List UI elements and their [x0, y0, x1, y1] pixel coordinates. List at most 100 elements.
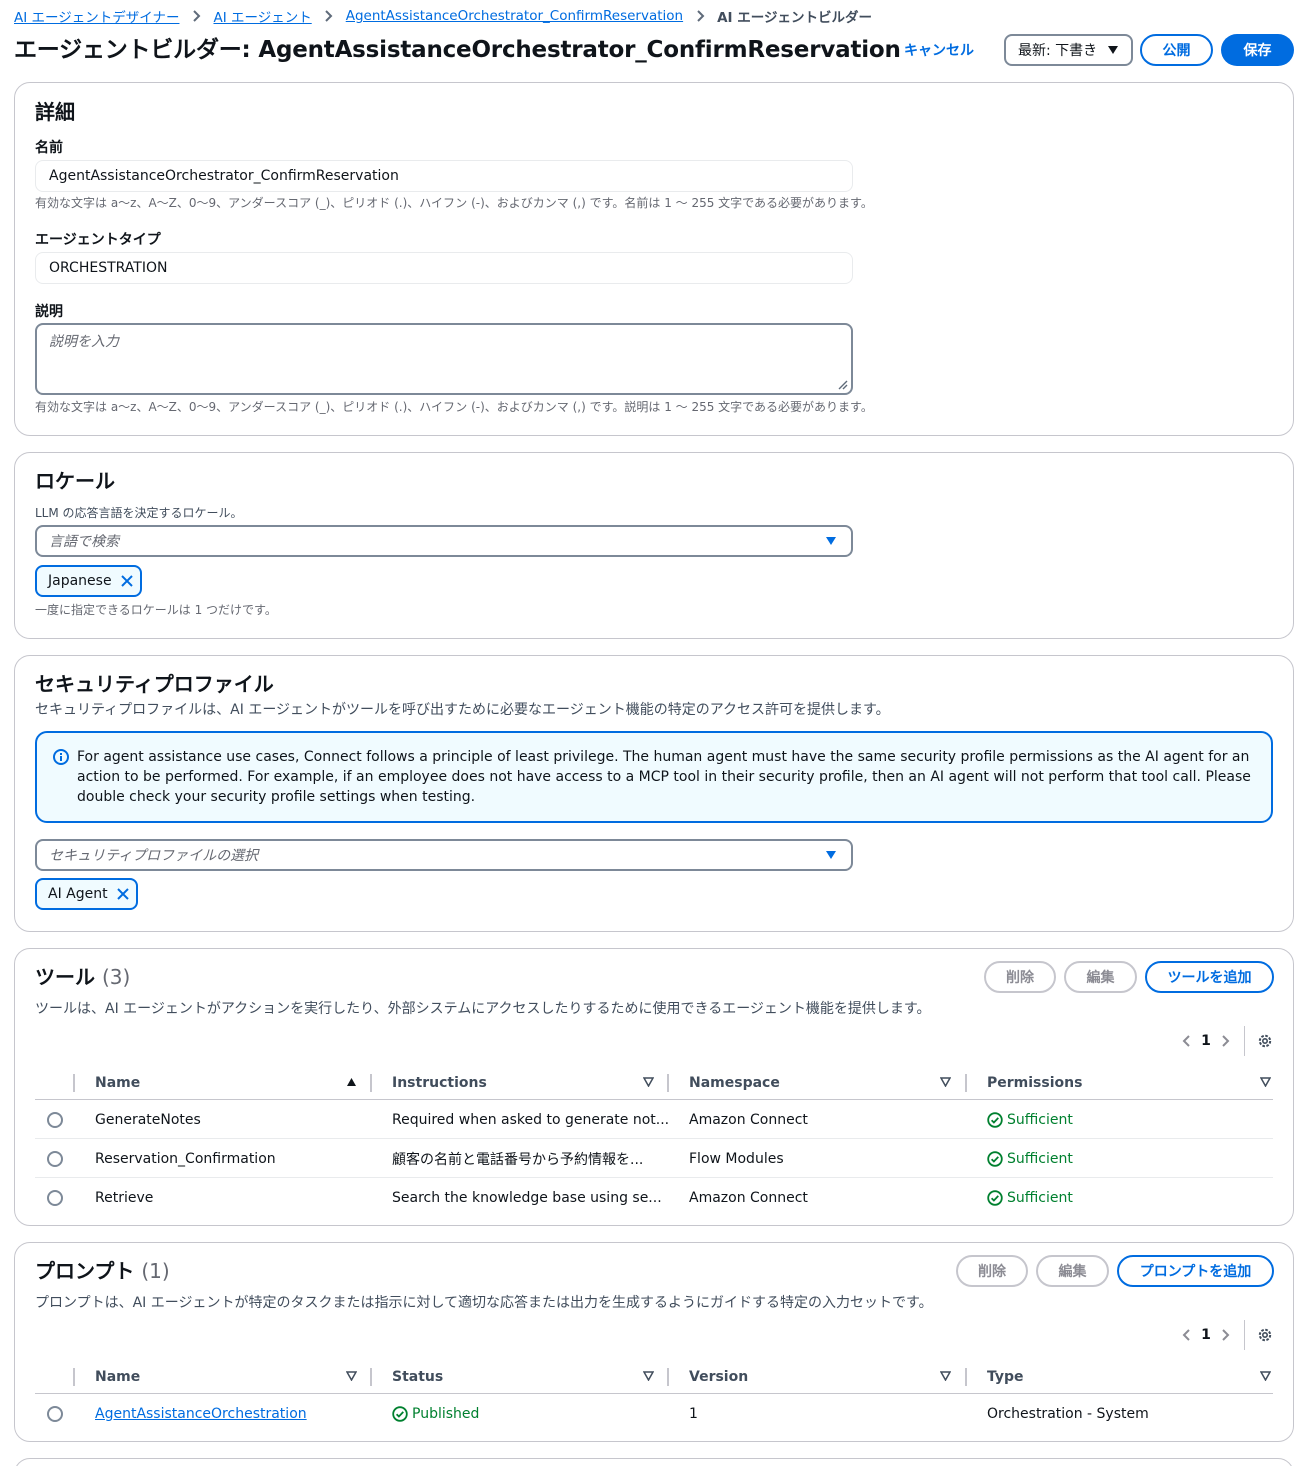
close-icon[interactable] [116, 887, 130, 901]
settings-icon[interactable] [1257, 1327, 1273, 1343]
locale-hint: 一度に指定できるロケールは 1 つだけです。 [35, 603, 277, 617]
column-divider [73, 1074, 75, 1092]
column-header-permissions[interactable]: Permissions [987, 1066, 1273, 1100]
tool-namespace: Amazon Connect [689, 1111, 808, 1128]
locale-search[interactable]: 言語で検索 [35, 525, 853, 557]
chevron-left-icon[interactable] [1182, 1034, 1192, 1048]
breadcrumb-ai-agent-designer[interactable]: AI エージェントデザイナー [14, 6, 179, 26]
sort-icon[interactable] [643, 1077, 654, 1087]
column-header-label: Permissions [987, 1075, 1083, 1091]
name-hint: 有効な文字は a〜z、A〜Z、0〜9、アンダースコア (_)、ピリオド (.)、… [35, 196, 873, 210]
security-profile-card: セキュリティプロファイル セキュリティプロファイルは、AI エージェントがツール… [14, 655, 1294, 932]
row-radio[interactable] [47, 1151, 63, 1167]
locale-description: LLM の応答言語を決定するロケール。 [35, 506, 243, 520]
sort-icon[interactable] [940, 1371, 951, 1381]
check-circle-icon [987, 1150, 1003, 1167]
permissions-status: Sufficient [1007, 1111, 1073, 1128]
save-button[interactable]: 保存 [1221, 34, 1294, 66]
tool-name: Reservation_Confirmation [95, 1150, 276, 1167]
tool-name: Retrieve [95, 1189, 154, 1206]
locale-search-placeholder: 言語で検索 [49, 534, 119, 550]
prompts-description: プロンプトは、AI エージェントが特定のタスクまたは指示に対して適切な応答または… [35, 1295, 933, 1311]
sort-icon[interactable] [1260, 1371, 1271, 1381]
table-row[interactable]: AgentAssistanceOrchestration Published 1… [35, 1394, 1273, 1433]
details-card: 詳細 名前 AgentAssistanceOrchestrator_Confir… [14, 82, 1294, 436]
chevron-right-icon [179, 10, 213, 22]
prompt-version: 1 [689, 1405, 698, 1422]
caret-down-icon [1107, 45, 1119, 55]
prompts-table-header: Name Status Version Type [35, 1360, 1273, 1394]
column-header-label: Version [689, 1369, 749, 1385]
tool-instructions: 顧客の名前と電話番号から予約情報を... [392, 1151, 644, 1168]
agent-type-label: エージェントタイプ [35, 232, 161, 248]
description-textarea[interactable]: 説明を入力 [35, 323, 853, 395]
tools-table-header: Name Instructions Namespace Permissions [35, 1066, 1273, 1100]
prompt-type: Orchestration - System [987, 1405, 1149, 1422]
chevron-right-icon[interactable] [1220, 1034, 1230, 1048]
tools-page-number[interactable]: 1 [1192, 1033, 1220, 1049]
column-header-version[interactable]: Version [689, 1360, 965, 1394]
sort-icon[interactable] [1260, 1077, 1271, 1087]
description-label: 説明 [35, 304, 63, 320]
sort-icon[interactable] [346, 1371, 357, 1381]
row-radio[interactable] [47, 1406, 63, 1422]
caret-down-icon [825, 536, 837, 546]
column-header-status[interactable]: Status [392, 1360, 668, 1394]
security-token-label: AI Agent [48, 886, 108, 902]
column-header-name[interactable]: Name [95, 1360, 371, 1394]
check-circle-icon [987, 1111, 1003, 1128]
breadcrumb-ai-agents[interactable]: AI エージェント [213, 6, 311, 26]
resize-icon[interactable] [836, 378, 848, 390]
table-row[interactable]: Reservation_Confirmation 顧客の名前と電話番号から予約情… [35, 1139, 1273, 1178]
breadcrumb-agent[interactable]: AgentAssistanceOrchestrator_ConfirmReser… [346, 8, 683, 24]
delete-tool-button[interactable]: 削除 [984, 961, 1056, 993]
tool-instructions: Search the knowledge base using se... [392, 1189, 662, 1206]
sort-icon[interactable] [940, 1077, 951, 1087]
table-row[interactable]: GenerateNotes Required when asked to gen… [35, 1100, 1273, 1139]
delete-prompt-button[interactable]: 削除 [956, 1255, 1028, 1287]
agent-type-field[interactable]: ORCHESTRATION [35, 252, 853, 284]
chevron-left-icon[interactable] [1182, 1328, 1192, 1342]
add-prompt-button[interactable]: プロンプトを追加 [1117, 1255, 1274, 1287]
details-title: 詳細 [35, 100, 75, 124]
sort-icon[interactable] [643, 1371, 654, 1381]
publish-button[interactable]: 公開 [1140, 34, 1213, 66]
column-header-instructions[interactable]: Instructions [392, 1066, 668, 1100]
permissions-status: Sufficient [1007, 1189, 1073, 1206]
tool-permissions: Sufficient [987, 1178, 1073, 1217]
check-circle-icon [987, 1189, 1003, 1206]
page-title: エージェントビルダー: AgentAssistanceOrchestrator_… [14, 37, 901, 63]
security-description: セキュリティプロファイルは、AI エージェントがツールを呼び出すために必要なエー… [35, 702, 890, 718]
tools-description: ツールは、AI エージェントがアクションを実行したり、外部システムにアクセスした… [35, 1001, 931, 1017]
column-header-namespace[interactable]: Namespace [689, 1066, 965, 1100]
edit-tool-button[interactable]: 編集 [1064, 961, 1137, 993]
next-card [14, 1458, 1294, 1466]
prompt-name-link[interactable]: AgentAssistanceOrchestration [95, 1406, 307, 1422]
security-profile-select[interactable]: セキュリティプロファイルの選択 [35, 839, 853, 871]
column-header-type[interactable]: Type [987, 1360, 1273, 1394]
sort-ascending-icon[interactable] [346, 1077, 357, 1087]
chevron-right-icon[interactable] [1220, 1328, 1230, 1342]
add-tool-button[interactable]: ツールを追加 [1145, 961, 1274, 993]
prompt-status: Published [392, 1394, 479, 1433]
prompts-page-number[interactable]: 1 [1192, 1327, 1220, 1343]
description-hint: 有効な文字は a〜z、A〜Z、0〜9、アンダースコア (_)、ピリオド (.)、… [35, 400, 873, 414]
breadcrumb: AI エージェントデザイナー AI エージェント AgentAssistance… [14, 6, 872, 26]
row-radio[interactable] [47, 1112, 63, 1128]
security-select-placeholder: セキュリティプロファイルの選択 [49, 848, 259, 864]
name-field[interactable]: AgentAssistanceOrchestrator_ConfirmReser… [35, 160, 853, 192]
table-row[interactable]: Retrieve Search the knowledge base using… [35, 1178, 1273, 1217]
column-header-name[interactable]: Name [95, 1066, 371, 1100]
security-profile-token: AI Agent [35, 878, 138, 910]
close-icon[interactable] [120, 574, 134, 588]
edit-prompt-button[interactable]: 編集 [1036, 1255, 1109, 1287]
column-header-label: Name [95, 1075, 141, 1091]
column-divider [667, 1368, 669, 1386]
chevron-right-icon [312, 10, 346, 22]
row-radio[interactable] [47, 1190, 63, 1206]
settings-icon[interactable] [1257, 1033, 1273, 1049]
cancel-button[interactable]: キャンセル [890, 36, 988, 64]
version-select[interactable]: 最新: 下書き [1004, 34, 1133, 66]
prompt-name: AgentAssistanceOrchestration [95, 1394, 307, 1433]
column-header-label: Type [987, 1369, 1024, 1385]
